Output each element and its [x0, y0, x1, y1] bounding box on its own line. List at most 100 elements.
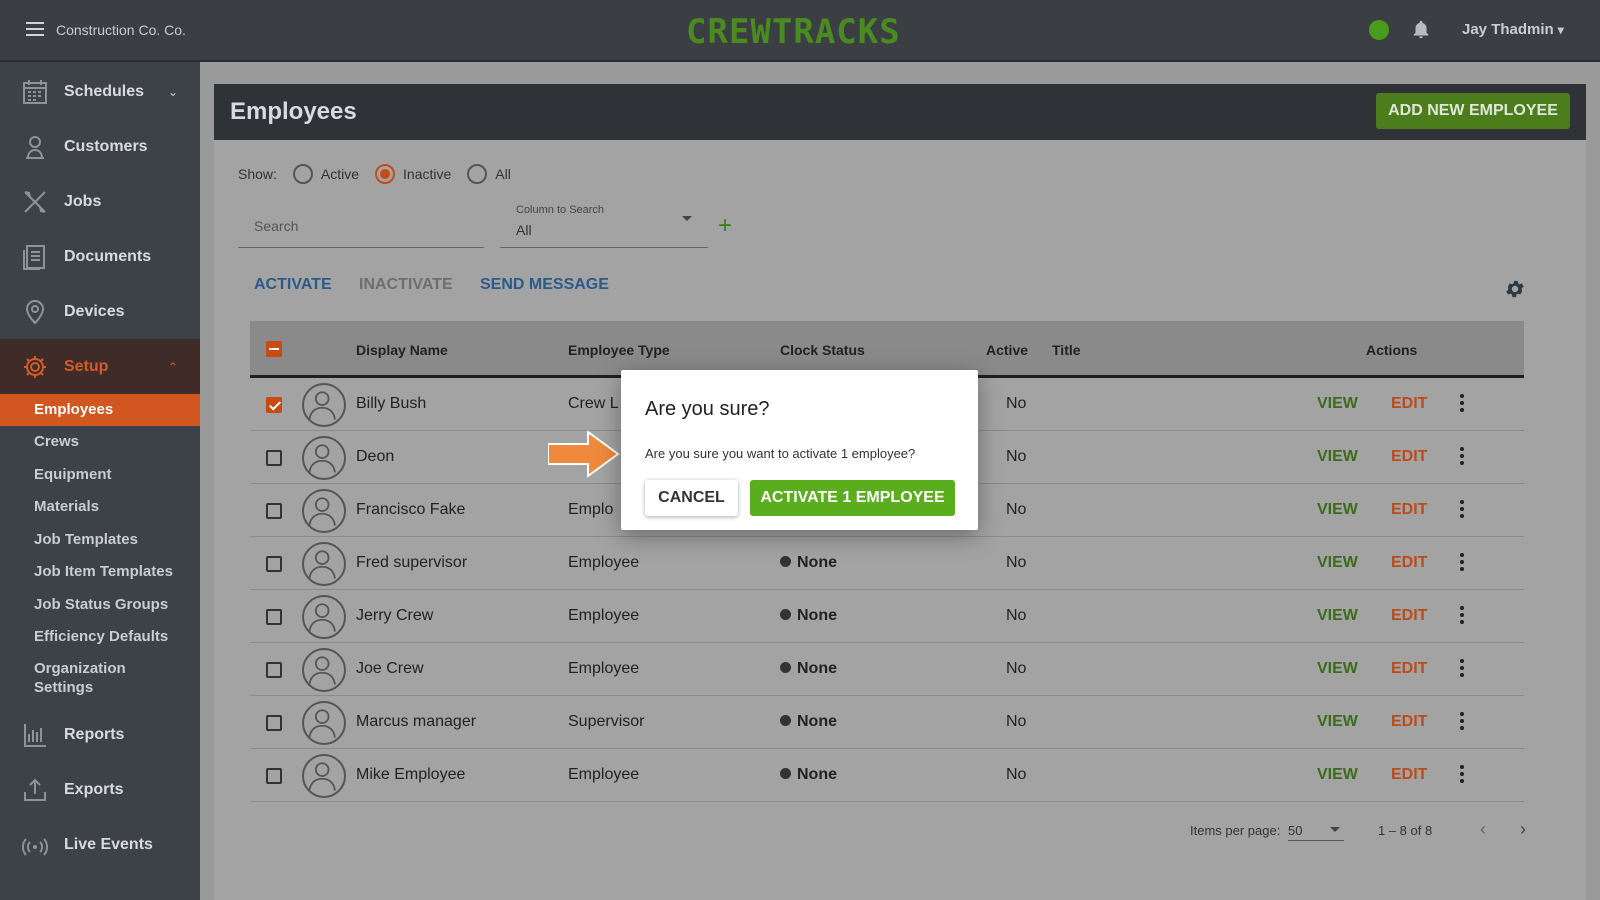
more-options-icon[interactable] [1460, 394, 1464, 414]
sidebar-subitem-materials[interactable]: Materials [0, 491, 200, 523]
sidebar-item-jobs[interactable]: Jobs [0, 174, 200, 229]
activate-employee-button[interactable]: ACTIVATE 1 EMPLOYEE [750, 480, 955, 516]
sidebar-subitem-efficiency-defaults[interactable]: Efficiency Defaults [0, 621, 200, 653]
display-name: Francisco Fake [356, 501, 466, 518]
previous-page-icon[interactable]: ‹ [1480, 819, 1486, 840]
sidebar-item-label: Customers [64, 137, 148, 155]
row-checkbox[interactable] [266, 450, 282, 466]
display-name: Billy Bush [356, 395, 427, 412]
sidebar: Schedules ⌄ Customers Jobs Documents Dev… [0, 62, 200, 900]
edit-button[interactable]: EDIT [1391, 501, 1427, 519]
employee-type: Employee [568, 607, 640, 624]
sidebar-subitem-job-item-templates[interactable]: Job Item Templates [0, 556, 200, 588]
sidebar-subitem-organization-settings[interactable]: Organization Settings [0, 655, 160, 699]
sidebar-subitem-crews[interactable]: Crews [0, 426, 200, 458]
menu-icon[interactable] [26, 22, 44, 36]
table-row: Fred supervisor Employee None No VIEW EDIT [250, 537, 1524, 590]
activate-action[interactable]: ACTIVATE [254, 276, 332, 294]
column-header[interactable]: Clock Status [780, 342, 865, 358]
clock-status-text: None [797, 766, 837, 783]
add-filter-icon[interactable]: + [718, 212, 732, 240]
table-row: Jerry Crew Employee None No VIEW EDIT [250, 590, 1524, 643]
view-button[interactable]: VIEW [1317, 607, 1358, 625]
view-button[interactable]: VIEW [1317, 448, 1358, 466]
row-checkbox[interactable] [266, 768, 282, 784]
avatar-icon [302, 436, 346, 480]
more-options-icon[interactable] [1460, 659, 1464, 679]
sidebar-subitem-equipment[interactable]: Equipment [0, 459, 200, 491]
more-options-icon[interactable] [1460, 553, 1464, 573]
add-new-employee-button[interactable]: ADD NEW EMPLOYEE [1376, 93, 1570, 129]
sidebar-item-documents[interactable]: Documents [0, 229, 200, 284]
settings-gear-icon[interactable] [1504, 278, 1526, 300]
view-button[interactable]: VIEW [1317, 660, 1358, 678]
edit-button[interactable]: EDIT [1391, 554, 1427, 572]
edit-button[interactable]: EDIT [1391, 766, 1427, 784]
edit-button[interactable]: EDIT [1391, 660, 1427, 678]
next-page-icon[interactable]: › [1520, 819, 1526, 840]
view-button[interactable]: VIEW [1317, 395, 1358, 413]
display-name: Jerry Crew [356, 607, 434, 624]
column-to-search-select[interactable]: Column to Search All [500, 200, 708, 248]
sidebar-item-schedules[interactable]: Schedules ⌄ [0, 64, 200, 119]
radio-all[interactable]: All [467, 164, 511, 184]
sidebar-item-live-events[interactable]: Live Events [0, 817, 200, 872]
active-status: No [1006, 448, 1027, 465]
edit-button[interactable]: EDIT [1391, 395, 1427, 413]
company-name: Construction Co. Co. [56, 22, 186, 38]
send-message-action[interactable]: SEND MESSAGE [480, 276, 609, 294]
edit-button[interactable]: EDIT [1391, 713, 1427, 731]
user-menu[interactable]: Jay Thadmin ▾ [1462, 21, 1564, 38]
sidebar-item-label: Devices [64, 302, 125, 320]
avatar-icon [302, 595, 346, 639]
table-row: Marcus manager Supervisor None No VIEW EDIT [250, 696, 1524, 749]
more-options-icon[interactable] [1460, 712, 1464, 732]
chevron-down-icon: ▾ [1557, 23, 1564, 37]
clock-status: None [780, 660, 837, 678]
view-button[interactable]: VIEW [1317, 554, 1358, 572]
view-button[interactable]: VIEW [1317, 501, 1358, 519]
column-header[interactable]: Employee Type [568, 342, 670, 358]
sidebar-item-reports[interactable]: Reports [0, 707, 200, 762]
status-indicator-icon [1369, 20, 1389, 40]
row-checkbox[interactable] [266, 397, 282, 413]
column-header[interactable]: Display Name [356, 342, 448, 358]
radio-inactive[interactable]: Inactive [375, 164, 451, 184]
active-status: No [1006, 660, 1027, 677]
inactivate-action[interactable]: INACTIVATE [359, 276, 453, 294]
more-options-icon[interactable] [1460, 765, 1464, 785]
select-all-checkbox[interactable] [266, 341, 282, 357]
bell-icon[interactable] [1410, 19, 1432, 41]
confirm-dialog: Are you sure? Are you sure you want to a… [621, 370, 978, 530]
search-input[interactable] [238, 204, 484, 248]
radio-active[interactable]: Active [292, 164, 359, 184]
sidebar-item-label: Jobs [64, 192, 102, 210]
more-options-icon[interactable] [1460, 606, 1464, 626]
sidebar-item-devices[interactable]: Devices [0, 284, 200, 339]
sidebar-item-exports[interactable]: Exports [0, 762, 200, 817]
more-options-icon[interactable] [1460, 447, 1464, 467]
row-checkbox[interactable] [266, 715, 282, 731]
column-header[interactable]: Title [1052, 342, 1081, 358]
status-dot-icon [780, 715, 791, 726]
row-checkbox[interactable] [266, 556, 282, 572]
sidebar-subitem-job-status-groups[interactable]: Job Status Groups [0, 589, 200, 621]
sidebar-subitem-employees[interactable]: Employees [0, 394, 200, 426]
cancel-button[interactable]: CANCEL [645, 480, 738, 516]
clock-status-text: None [797, 660, 837, 677]
sidebar-subitem-job-templates[interactable]: Job Templates [0, 524, 200, 556]
view-button[interactable]: VIEW [1317, 766, 1358, 784]
row-checkbox[interactable] [266, 609, 282, 625]
edit-button[interactable]: EDIT [1391, 448, 1427, 466]
items-per-page-select[interactable]: 50 [1288, 819, 1344, 841]
row-checkbox[interactable] [266, 662, 282, 678]
sidebar-item-setup[interactable]: Setup ⌃ [0, 339, 200, 394]
sidebar-item-customers[interactable]: Customers [0, 119, 200, 174]
active-status: No [1006, 395, 1027, 412]
more-options-icon[interactable] [1460, 500, 1464, 520]
edit-button[interactable]: EDIT [1391, 607, 1427, 625]
column-header[interactable]: Active [986, 342, 1028, 358]
row-checkbox[interactable] [266, 503, 282, 519]
employee-type: Employee [568, 660, 640, 677]
view-button[interactable]: VIEW [1317, 713, 1358, 731]
